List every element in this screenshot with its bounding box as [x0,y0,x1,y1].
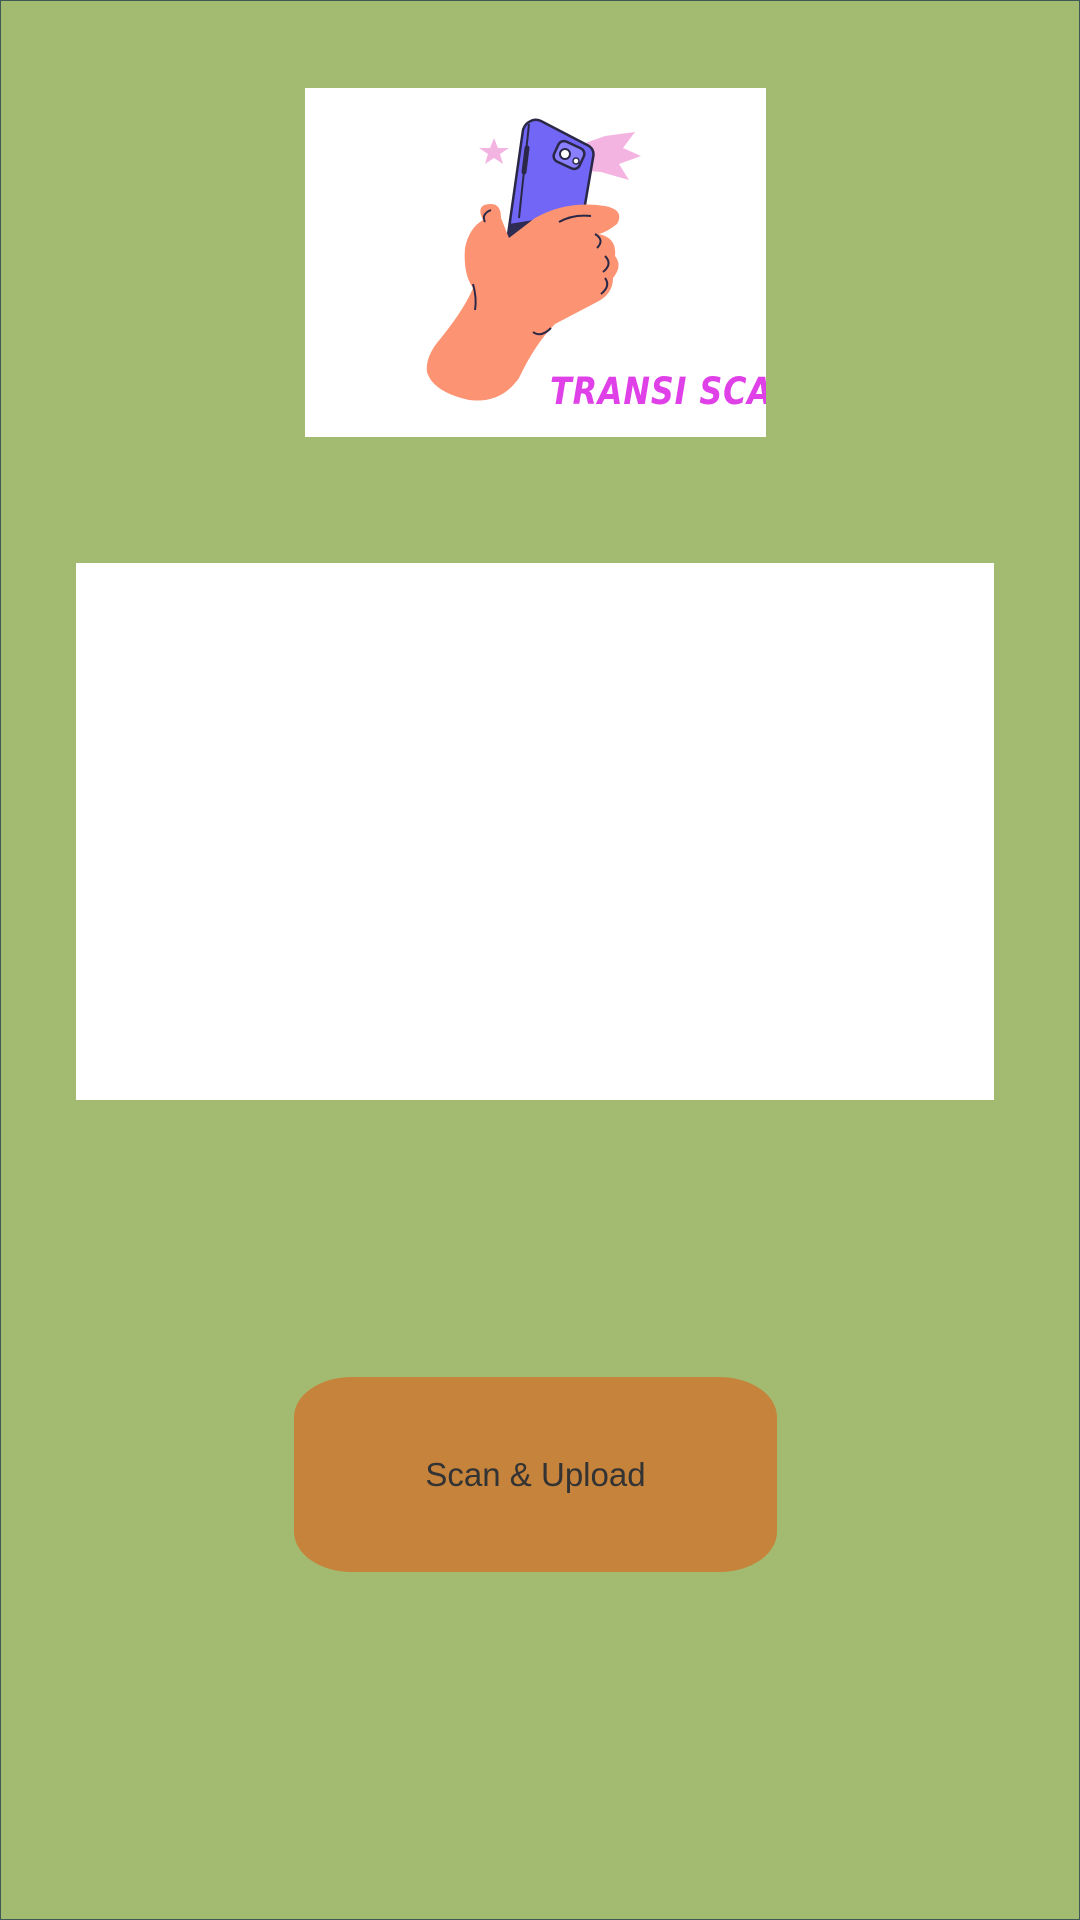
scan-upload-button[interactable]: Scan & Upload [294,1377,777,1572]
app-logo: TRANSI SCAN [305,88,766,437]
scan-preview-area [76,563,994,1100]
star-icon [479,138,509,164]
scan-upload-label: Scan & Upload [425,1455,646,1493]
app-screen: TRANSI SCAN Scan & Upload [0,0,1080,1920]
logo-wordmark: TRANSI SCAN [550,370,766,413]
